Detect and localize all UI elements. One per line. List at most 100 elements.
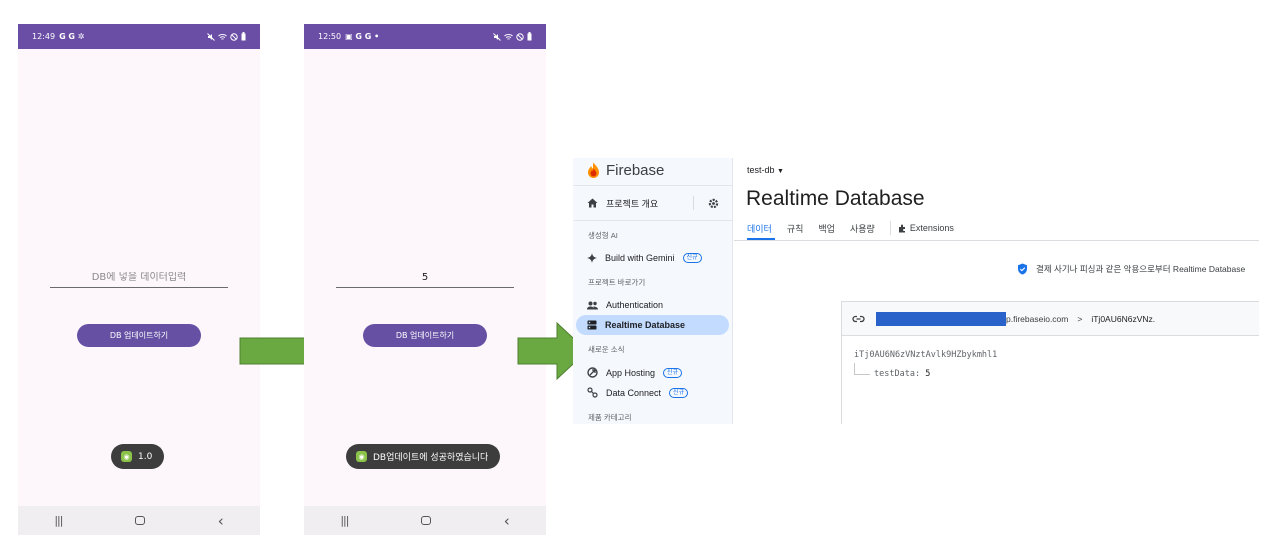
sidebar-divider	[573, 185, 733, 186]
back-icon[interactable]: ‹	[504, 512, 510, 530]
data-input-field[interactable]	[50, 267, 228, 288]
firebase-wordmark: Firebase	[606, 162, 665, 179]
extensions-icon	[898, 224, 905, 232]
status-bar: 12:50 ▣ G G •	[304, 24, 546, 49]
project-name: test-db	[747, 165, 775, 175]
new-badge: 신규	[669, 387, 689, 398]
overview-separator	[693, 196, 694, 210]
mute-icon	[207, 32, 215, 41]
db-update-button-label: DB 업데이트하기	[395, 331, 455, 340]
recent-apps-icon[interactable]: |||	[54, 514, 63, 527]
tree-child-value: 5	[925, 369, 931, 379]
sidebar-item-app-hosting[interactable]: App Hosting 신규	[587, 367, 683, 378]
data-input[interactable]	[50, 272, 228, 283]
do-not-disturb-icon	[230, 32, 238, 41]
sidebar-item-label: Data Connect	[606, 387, 662, 398]
tab-usage[interactable]: 사용량	[850, 222, 875, 235]
navigation-bar: ||| ‹	[18, 506, 260, 535]
do-not-disturb-icon	[516, 32, 524, 41]
home-icon	[587, 198, 598, 208]
home-icon[interactable]	[135, 516, 146, 525]
shield-icon	[1018, 263, 1027, 275]
sidebar-item-data-connect[interactable]: Data Connect 신규	[587, 387, 689, 398]
gear-icon[interactable]	[708, 198, 719, 209]
database-data-panel: p.firebaseio.com > iTj0AU6N6zVNz. iTj0AU…	[841, 301, 1259, 424]
tree-connector	[854, 363, 870, 375]
data-input-field[interactable]	[336, 267, 514, 288]
tab-rules[interactable]: 규칙	[787, 222, 804, 235]
sidebar-item-label: Build with Gemini	[605, 253, 675, 263]
sidebar-divider	[573, 220, 733, 221]
data-connect-icon	[587, 387, 598, 398]
link-icon[interactable]	[852, 315, 865, 323]
toast-message: ◉ DB업데이트에 성공하였습니다	[346, 444, 501, 469]
status-bar: 12:49 G G ✲	[18, 24, 260, 49]
url-suffix: p.firebaseio.com	[1006, 313, 1069, 324]
home-icon[interactable]	[421, 516, 432, 525]
status-time: 12:49	[32, 32, 56, 41]
sidebar-item-label: Authentication	[606, 300, 664, 310]
active-tab-indicator	[747, 238, 775, 240]
project-selector[interactable]: test-db ▼	[747, 165, 784, 175]
status-right-icons	[207, 32, 246, 41]
firebase-console: Firebase 프로젝트 개요 생성형 AI Build with Gemin…	[573, 158, 1259, 424]
navigation-bar: ||| ‹	[304, 506, 546, 535]
toast-text: DB업데이트에 성공하였습니다	[373, 453, 489, 463]
tab-data[interactable]: 데이터	[747, 222, 772, 235]
status-right-icons	[493, 32, 532, 41]
status-notification-icons: ▣ G G •	[345, 32, 380, 41]
firebase-flame-icon	[588, 162, 599, 178]
toast-text: 1.0	[138, 451, 153, 462]
toast-message: ◉ 1.0	[111, 444, 165, 469]
db-update-button-label: DB 업데이트하기	[109, 331, 169, 340]
sidebar-item-realtime-database[interactable]: Realtime Database	[587, 320, 685, 330]
mute-icon	[493, 32, 501, 41]
android-app-icon: ◉	[356, 451, 367, 462]
tree-child-key: testData:	[874, 369, 921, 379]
sidebar-item-build-with-gemini[interactable]: Build with Gemini 신규	[587, 253, 702, 263]
db-update-button[interactable]: DB 업데이트하기	[363, 324, 487, 347]
sparkle-icon	[587, 253, 597, 263]
section-gen-ai: 생성형 AI	[588, 231, 618, 240]
tab-bar: 데이터 규칙 백업 사용량 Extensions	[747, 221, 954, 235]
section-shortcuts: 프로젝트 바로가기	[588, 278, 646, 287]
app-check-notice: 결제 사기나 피싱과 같은 악용으로부터 Realtime Database	[1017, 263, 1245, 275]
status-time: 12:50	[318, 32, 342, 41]
database-icon	[587, 320, 597, 330]
hosting-icon	[587, 367, 598, 378]
back-icon[interactable]: ‹	[218, 512, 224, 530]
data-input[interactable]	[336, 272, 514, 283]
breadcrumb-node[interactable]: iTj0AU6N6zVNz.	[1091, 314, 1155, 324]
phone-screen-after: 12:50 ▣ G G • DB 업데이트하기 ◉ DB업데이트에 성공하였습니…	[304, 24, 546, 535]
recent-apps-icon[interactable]: |||	[340, 514, 349, 527]
sidebar-item-label: 프로젝트 개요	[606, 198, 659, 209]
users-icon	[587, 301, 598, 309]
section-news: 새로운 소식	[588, 345, 625, 354]
section-categories: 제품 카테고리	[588, 413, 632, 422]
notice-text: 결제 사기나 피싱과 같은 악용으로부터 Realtime Database	[1036, 264, 1246, 274]
database-url-bar: p.firebaseio.com > iTj0AU6N6zVNz.	[842, 302, 1259, 336]
sidebar-item-project-overview[interactable]: 프로젝트 개요	[587, 196, 719, 210]
redacted-url-block	[876, 311, 1006, 326]
wifi-icon	[504, 33, 513, 40]
tab-extensions[interactable]: Extensions	[898, 223, 954, 233]
sidebar-item-authentication[interactable]: Authentication	[587, 300, 663, 310]
db-update-button[interactable]: DB 업데이트하기	[77, 324, 201, 347]
tab-extensions-label: Extensions	[909, 223, 954, 233]
tab-separator	[889, 221, 891, 235]
tab-backup[interactable]: 백업	[818, 222, 835, 235]
tree-child-node[interactable]: testData: 5	[874, 369, 930, 379]
new-badge: 신규	[663, 367, 683, 378]
firebase-main: test-db ▼ Realtime Database 데이터 규칙 백업 사용…	[734, 158, 1259, 424]
status-notification-icons: G G ✲	[59, 32, 85, 41]
tree-root-key[interactable]: iTj0AU6N6zVNztAvlk9HZbykmhl1	[854, 350, 997, 360]
chevron-down-icon: ▼	[777, 168, 784, 175]
breadcrumb-separator: >	[1077, 313, 1083, 324]
battery-icon	[527, 32, 532, 41]
phone-screen-before: 12:49 G G ✲ DB 업데이트하기 ◉ 1.0 ||| ‹	[18, 24, 260, 535]
tabs-divider	[734, 240, 1259, 241]
firebase-logo[interactable]: Firebase	[587, 162, 664, 179]
page-title: Realtime Database	[746, 187, 925, 210]
android-app-icon: ◉	[121, 451, 132, 462]
sidebar-item-label: App Hosting	[606, 367, 656, 378]
